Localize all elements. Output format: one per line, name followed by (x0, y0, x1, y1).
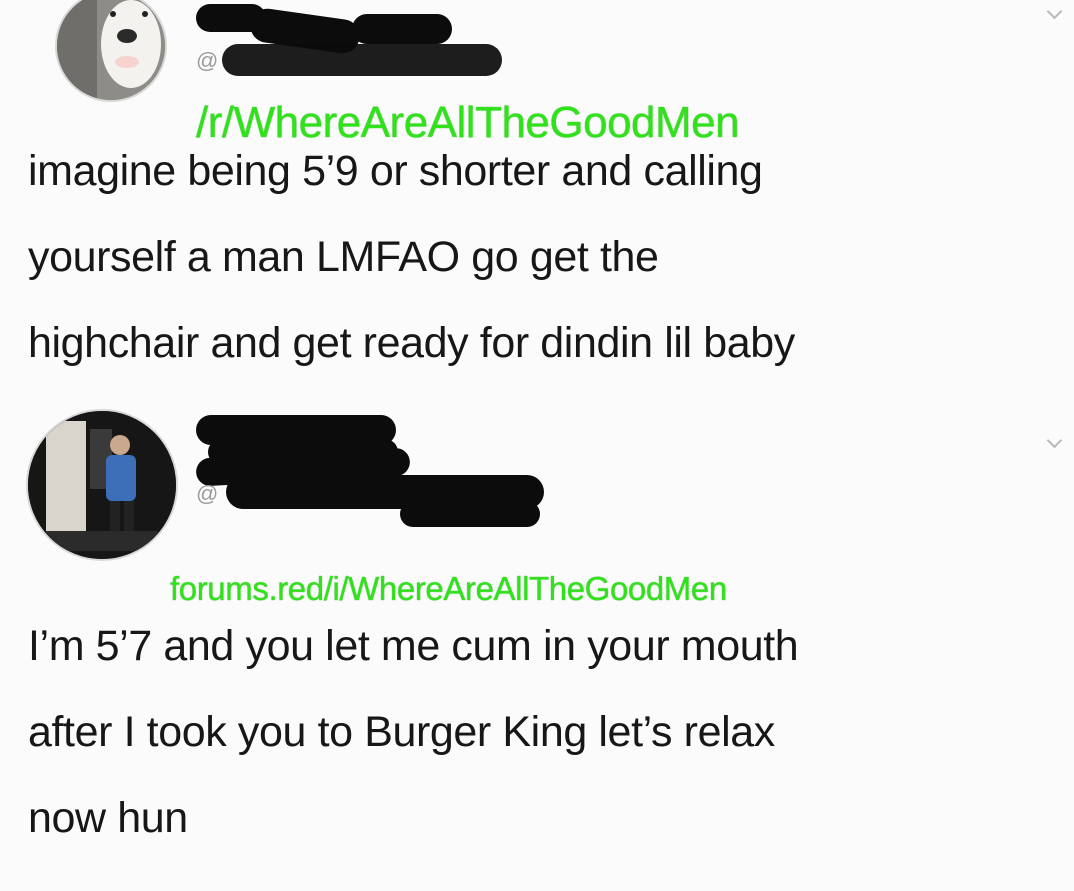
chevron-down-icon[interactable] (1046, 432, 1063, 449)
tweet-text: imagine being 5’9 or shorter and calling… (28, 147, 795, 367)
redaction-mark (222, 44, 502, 76)
avatar-person[interactable] (26, 409, 178, 561)
redaction-mark (352, 14, 452, 44)
avatar-dog[interactable] (55, 0, 167, 102)
redaction-mark (400, 501, 540, 527)
watermark-top: /r/WhereAreAllTheGoodMen (196, 98, 740, 147)
tweet-1: @ imagine being 5’9 or shorter and calli… (0, 0, 1074, 395)
user-handle[interactable]: @ (196, 481, 218, 507)
chevron-down-icon[interactable] (1046, 3, 1063, 20)
watermark-bottom: forums.red/i/WhereAreAllTheGoodMen (170, 570, 727, 607)
tweet-2: @ I’m 5’7 and you let me cum in your mou… (0, 395, 1074, 891)
tweet-text: I’m 5’7 and you let me cum in your mouth… (28, 622, 799, 842)
user-handle[interactable]: @ (196, 48, 218, 74)
